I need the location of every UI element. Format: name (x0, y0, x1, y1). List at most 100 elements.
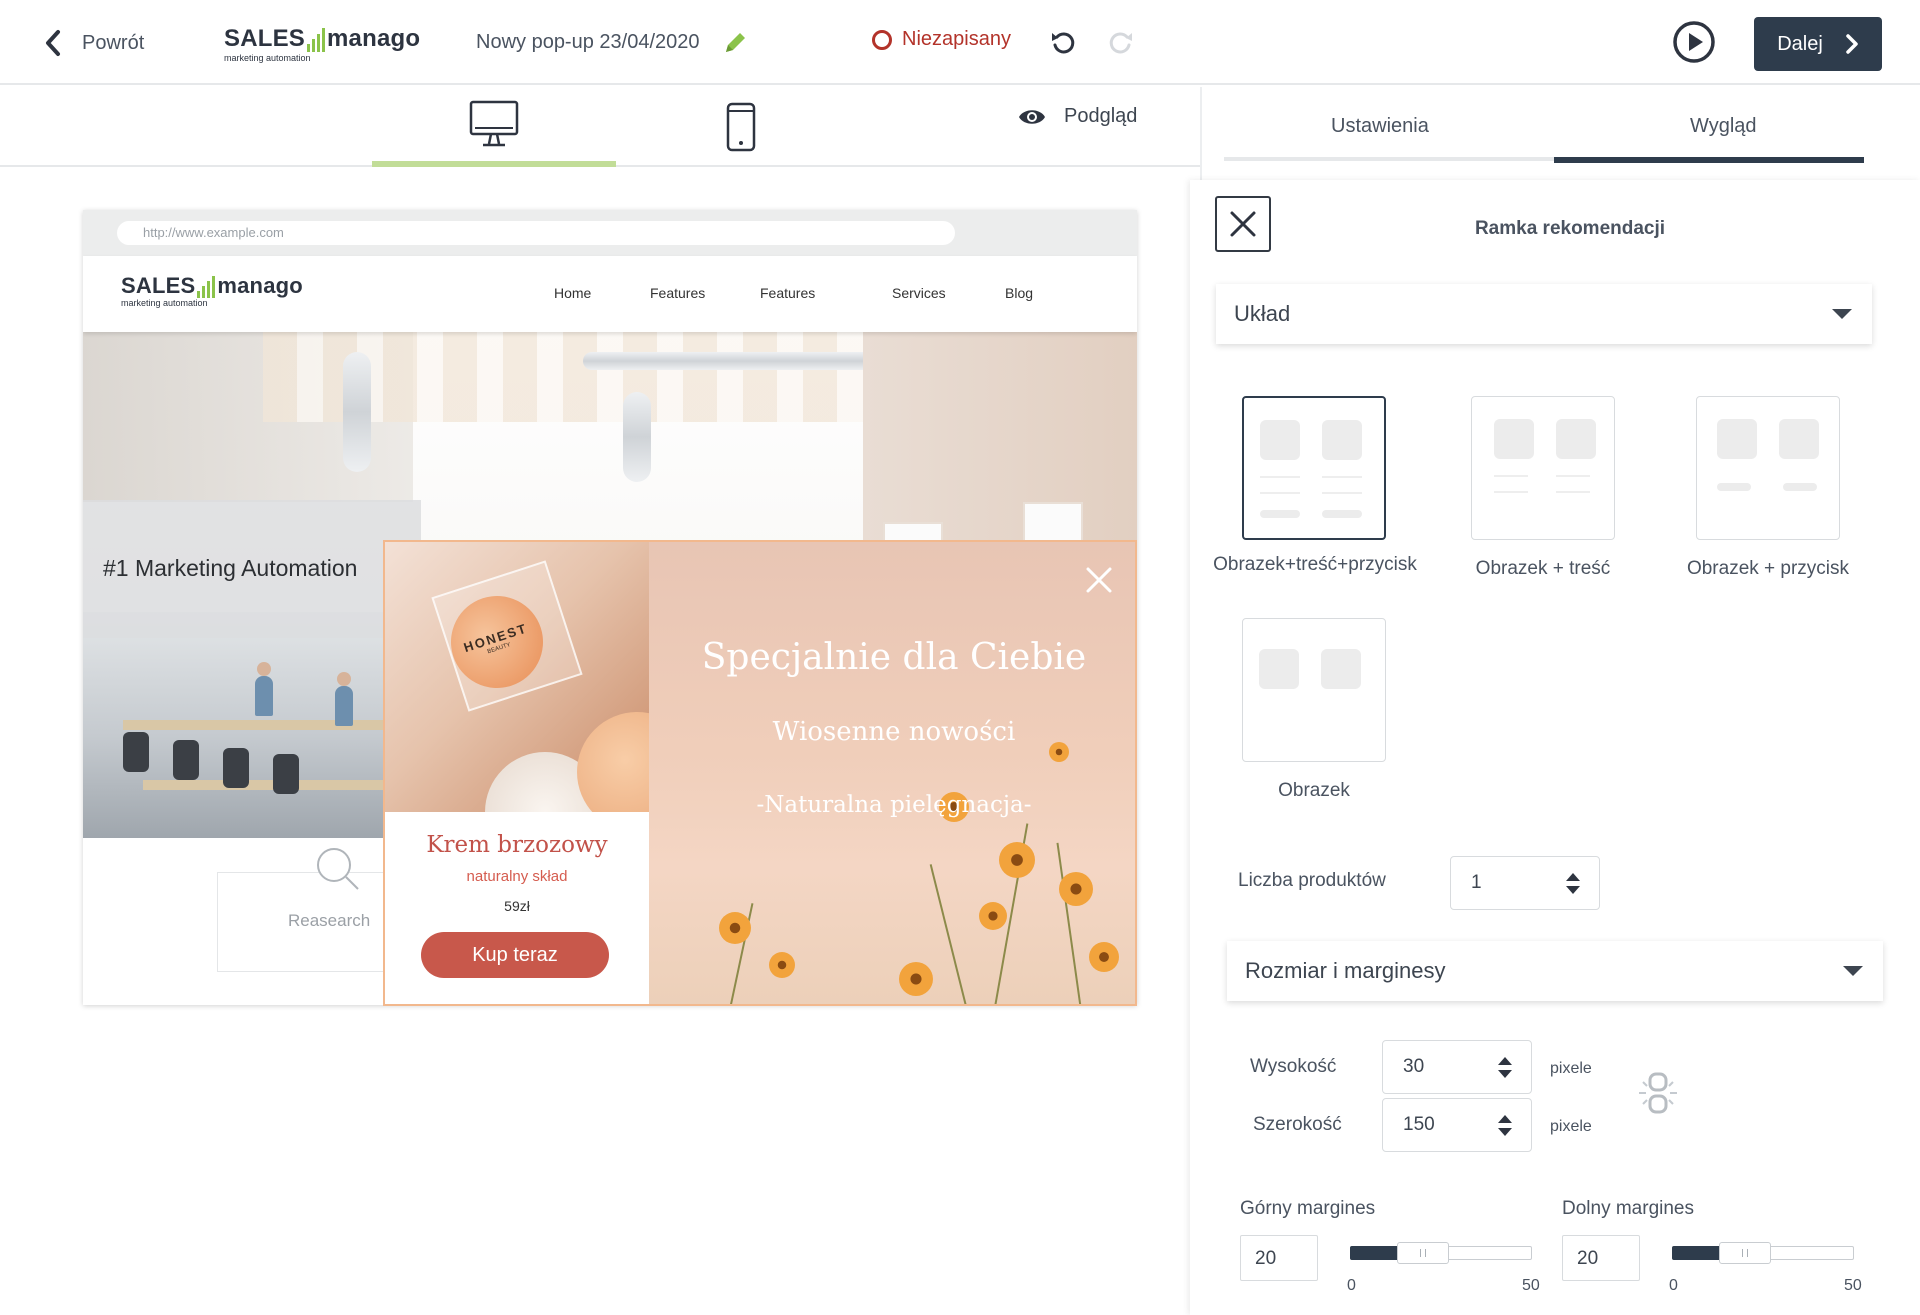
layout-thumb-image (1717, 419, 1757, 459)
panel-close-button[interactable] (1215, 196, 1271, 252)
buy-now-button[interactable]: Kup teraz (421, 932, 609, 978)
nav-features-1[interactable]: Features (650, 285, 705, 301)
layout-thumb-image (1321, 649, 1361, 689)
nav-features-2[interactable]: Features (760, 285, 815, 301)
layout-accordion[interactable]: Układ (1216, 284, 1872, 344)
nav-blog[interactable]: Blog (1005, 285, 1033, 301)
layout-thumb-line (1556, 475, 1590, 477)
product-cream (577, 712, 649, 812)
stepper-arrows-icon[interactable] (1565, 873, 1581, 895)
site-logo-subtitle: marketing automation (121, 298, 208, 308)
chevron-left-icon (46, 30, 60, 56)
close-icon[interactable] (1085, 566, 1113, 594)
url-field: http://www.example.com (117, 221, 955, 245)
hero-chair (273, 754, 299, 794)
height-stepper[interactable]: 30 (1382, 1040, 1532, 1094)
top-margin-slider[interactable] (1350, 1242, 1532, 1264)
logo-bars-icon (307, 28, 326, 52)
layout-thumb-line (1556, 491, 1590, 493)
layout-thumb-line (1494, 475, 1528, 477)
search-icon (317, 848, 359, 890)
hero-chair (173, 740, 199, 780)
site-logo-bars-icon (197, 276, 216, 298)
pencil-icon[interactable] (722, 30, 748, 56)
layout-thumb-line (1494, 491, 1528, 493)
top-margin-max: 50 (1522, 1277, 1540, 1294)
tab-appearance[interactable]: Wygląd (1690, 115, 1757, 138)
layout-option-image-button[interactable] (1696, 396, 1840, 540)
redo-icon (1109, 32, 1132, 54)
site-logo: SALES manago marketing automation (121, 274, 303, 309)
width-label: Szerokość (1253, 1114, 1342, 1135)
slider-handle[interactable] (1719, 1242, 1771, 1264)
flower (979, 902, 1007, 930)
size-margins-label: Rozmiar i marginesy (1245, 958, 1446, 983)
save-status-label: Niezapisany (902, 28, 1011, 50)
layout-option-image-content-button[interactable] (1242, 396, 1386, 540)
slider-handle[interactable] (1397, 1242, 1449, 1264)
width-value: 150 (1403, 1114, 1435, 1135)
desktop-view-tab[interactable] (372, 87, 616, 167)
top-margin-label: Górny margines (1240, 1198, 1376, 1219)
flower-stem (929, 864, 971, 1004)
flower (999, 842, 1035, 878)
research-label: Reasearch (288, 911, 371, 930)
next-button[interactable]: Dalej (1754, 17, 1882, 71)
product-image: HONEST BEAUTY (385, 542, 649, 812)
popup-preview[interactable]: HONEST BEAUTY Krem brzozowy naturalny sk… (383, 540, 1137, 1006)
layout-thumb-image (1259, 649, 1299, 689)
recommendation-frame-panel: Ramka rekomendacji Układ Obrazek+treść+p… (1190, 180, 1920, 1315)
logo-subtitle: marketing automation (224, 53, 311, 63)
hero-duct (343, 352, 371, 472)
top-bar: Powrót SALES manago marketing automation… (0, 0, 1920, 85)
nav-home[interactable]: Home (554, 285, 591, 301)
link-icon[interactable] (1635, 1070, 1681, 1116)
undo-icon[interactable] (1050, 28, 1076, 56)
back-button[interactable]: Powrót (44, 26, 144, 60)
bottom-margin-slider[interactable] (1672, 1242, 1854, 1264)
hero-person (335, 686, 353, 726)
layout-option-image-content[interactable] (1471, 396, 1615, 540)
stepper-arrows-icon[interactable] (1497, 1115, 1513, 1137)
top-margin-min: 0 (1347, 1277, 1356, 1294)
play-icon[interactable] (1672, 20, 1716, 64)
logo-text-left: SALES (224, 25, 306, 52)
save-status: Niezapisany (872, 28, 1011, 51)
height-value: 30 (1403, 1056, 1425, 1077)
layout-thumb-image (1260, 420, 1300, 460)
preview-label: Podgląd (1064, 105, 1138, 127)
layout-thumb-image (1556, 419, 1596, 459)
product-name: Krem brzozowy (426, 832, 608, 858)
desktop-icon (469, 100, 519, 147)
hero-desk (123, 720, 413, 730)
hero-person (255, 676, 273, 716)
nav-services[interactable]: Services (892, 285, 946, 301)
tab-settings[interactable]: Ustawienia (1331, 115, 1429, 138)
width-stepper[interactable]: 150 (1382, 1098, 1532, 1152)
hero-office (83, 612, 413, 838)
layout-option-image[interactable] (1242, 618, 1386, 762)
flower (769, 952, 795, 978)
product-price: 59zł (504, 898, 530, 914)
caret-down-icon (1832, 309, 1852, 319)
bottom-margin-min: 0 (1669, 1277, 1678, 1294)
bottom-margin-input[interactable]: 20 (1562, 1235, 1640, 1281)
layout-label-3: Obrazek + przycisk (1686, 558, 1850, 579)
bottom-margin-label: Dolny margines (1562, 1198, 1694, 1219)
flower (719, 912, 751, 944)
layout-thumb-button (1260, 510, 1300, 518)
layout-thumb-line (1260, 476, 1300, 478)
bottom-margin-max: 50 (1844, 1277, 1862, 1294)
promo-area: Specjalnie dla Ciebie Wiosenne nowości -… (649, 542, 1135, 1004)
flower-stem (1056, 842, 1084, 1004)
stepper-arrows-icon[interactable] (1497, 1057, 1513, 1079)
close-icon (1230, 211, 1256, 237)
layout-thumb-line (1322, 492, 1362, 494)
top-margin-input[interactable]: 20 (1240, 1235, 1318, 1281)
layout-thumb-button (1717, 483, 1751, 491)
mobile-view-tab[interactable] (724, 87, 758, 167)
product-count-stepper[interactable]: 1 (1450, 856, 1600, 910)
layout-thumb-line (1322, 476, 1362, 478)
size-margins-accordion[interactable]: Rozmiar i marginesy (1227, 941, 1883, 1001)
preview-button[interactable]: Podgląd (1018, 105, 1137, 128)
